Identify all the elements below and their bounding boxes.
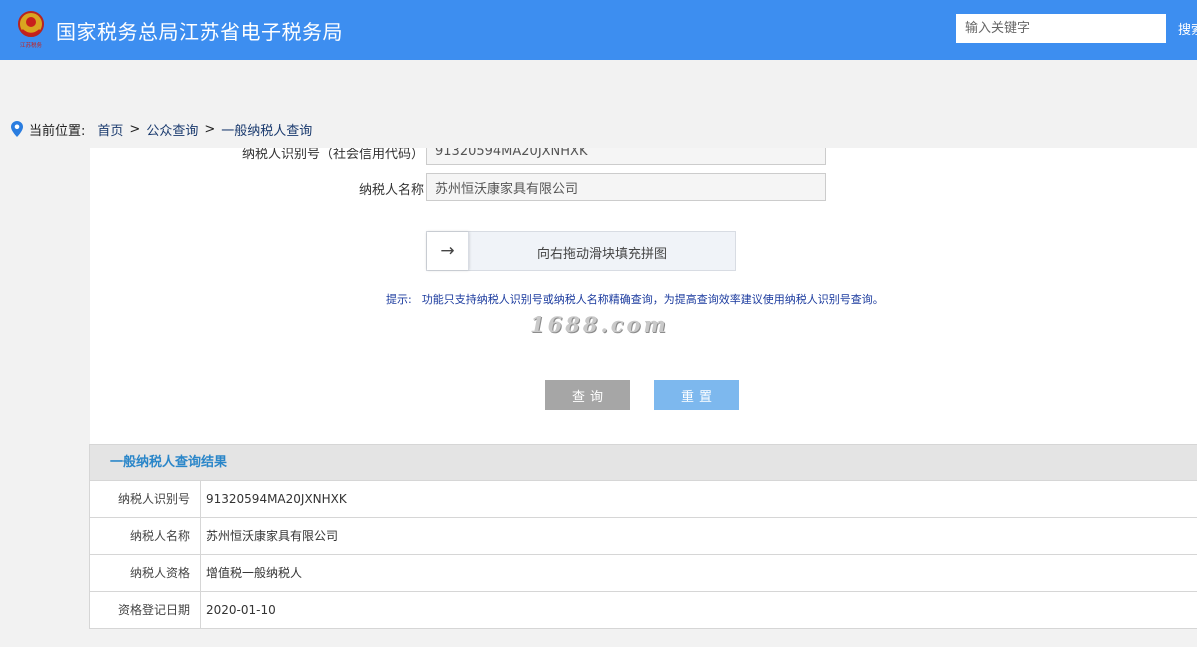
captcha-slider[interactable]: → 向右拖动滑块填充拼图 <box>426 231 736 271</box>
table-row: 资格登记日期 2020-01-10 <box>90 592 1197 629</box>
result-label: 纳税人资格 <box>90 555 201 591</box>
top-header: 江苏税务 国家税务总局江苏省电子税务局 搜索 <box>0 0 1197 60</box>
tax-emblem-logo: 江苏税务 <box>18 11 44 49</box>
result-label: 纳税人名称 <box>90 518 201 554</box>
query-form-panel: 纳税人识别号（社会信用代码） 纳税人名称 → 向右拖动滑块填充拼图 提示: 功能只… <box>90 148 1197 444</box>
site-title: 国家税务总局江苏省电子税务局 <box>56 20 343 44</box>
search-input[interactable] <box>956 14 1166 43</box>
taxpayer-id-row: 纳税人识别号（社会信用代码） <box>90 148 1197 165</box>
query-tip: 提示: 功能只支持纳税人识别号或纳税人名称精确查询，为提高查询效率建议使用纳税人识… <box>386 291 884 307</box>
taxpayer-name-row: 纳税人名称 <box>90 173 1197 201</box>
breadcrumb-separator: > <box>129 121 141 137</box>
result-value: 2020-01-10 <box>206 603 276 617</box>
search-button[interactable]: 搜索 <box>1166 14 1197 43</box>
breadcrumb-separator: > <box>204 121 216 137</box>
taxpayer-id-input[interactable] <box>426 148 826 165</box>
watermark: 1688.com <box>530 312 669 337</box>
slider-instruction: 向右拖动滑块填充拼图 <box>536 247 667 262</box>
table-row: 纳税人名称 苏州恒沃康家具有限公司 <box>90 518 1197 555</box>
slider-handle[interactable]: → <box>427 232 469 270</box>
emblem-caption: 江苏税务 <box>20 41 43 49</box>
table-row: 纳税人识别号 91320594MA20JXNHXK <box>90 481 1197 518</box>
breadcrumb-prefix: 当前位置: <box>29 123 86 139</box>
results-title: 一般纳税人查询结果 <box>90 445 1197 481</box>
reset-button[interactable]: 重置 <box>654 380 739 410</box>
result-label: 资格登记日期 <box>90 592 201 629</box>
breadcrumb-public-query-link[interactable]: 公众查询 <box>146 120 198 139</box>
taxpayer-id-label: 纳税人识别号（社会信用代码） <box>241 148 424 162</box>
result-value: 苏州恒沃康家具有限公司 <box>206 529 339 543</box>
tip-text: 功能只支持纳税人识别号或纳税人名称精确查询，为提高查询效率建议使用纳税人识别号查… <box>421 293 884 306</box>
tip-label: 提示: <box>386 293 412 306</box>
result-value: 91320594MA20JXNHXK <box>206 492 347 506</box>
table-row: 纳税人资格 增值税一般纳税人 <box>90 555 1197 592</box>
location-pin-icon <box>11 121 23 137</box>
result-label: 纳税人识别号 <box>90 481 201 517</box>
taxpayer-name-input[interactable] <box>426 173 826 201</box>
query-button[interactable]: 查询 <box>545 380 630 410</box>
breadcrumb-home-link[interactable]: 首页 <box>97 120 123 139</box>
results-table: 一般纳税人查询结果 纳税人识别号 91320594MA20JXNHXK 纳税人名… <box>89 444 1197 629</box>
result-value: 增值税一般纳税人 <box>206 566 303 580</box>
taxpayer-name-label: 纳税人名称 <box>358 183 424 198</box>
breadcrumb-current: 一般纳税人查询 <box>221 123 313 139</box>
breadcrumb: 当前位置: 首页 > 公众查询 > 一般纳税人查询 <box>0 110 1197 148</box>
arrow-right-icon: → <box>440 241 455 261</box>
